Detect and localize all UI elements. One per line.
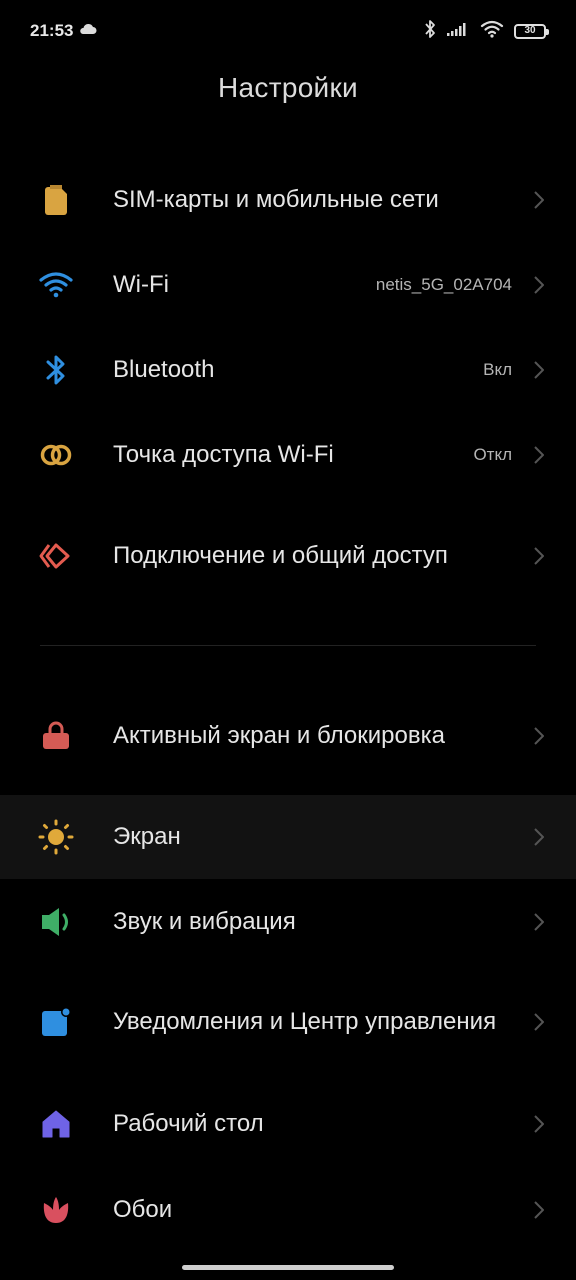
item-value: Откл: [473, 445, 512, 464]
settings-item-sound[interactable]: Звук и вибрация: [0, 880, 576, 964]
item-label: Рабочий стол: [113, 1110, 264, 1137]
page-title: Настройки: [218, 72, 358, 103]
notification-icon: [36, 1002, 76, 1042]
item-label: SIM-карты и мобильные сети: [113, 186, 439, 213]
cloud-icon: [79, 22, 97, 40]
settings-item-display[interactable]: Экран: [0, 795, 576, 879]
chevron-right-icon: [532, 826, 546, 848]
sim-card-icon: [36, 180, 76, 220]
item-label: Обои: [113, 1196, 173, 1223]
settings-screen: 21:53 30 Настройки SIM-карты и мобильные…: [0, 0, 576, 1280]
item-value: netis_5G_02A704: [375, 275, 512, 294]
item-label: Подключение и общий доступ: [113, 542, 448, 569]
chevron-right-icon: [532, 359, 546, 381]
settings-item-sim[interactable]: SIM-карты и мобильные сети: [0, 158, 576, 242]
battery-icon: 30: [514, 23, 549, 39]
speaker-icon: [36, 902, 76, 942]
hotspot-icon: [36, 435, 76, 475]
item-label: Звук и вибрация: [113, 908, 296, 935]
home-icon: [36, 1104, 76, 1144]
signal-icon: [446, 21, 470, 42]
item-label: Экран: [113, 823, 181, 850]
chevron-right-icon: [532, 725, 546, 747]
chevron-right-icon: [532, 1113, 546, 1135]
status-left: 21:53: [30, 21, 97, 41]
battery-level: 30: [524, 25, 536, 36]
gesture-bar[interactable]: [182, 1265, 394, 1270]
lock-icon: [36, 716, 76, 756]
item-label: Активный экран и блокировка: [113, 722, 445, 749]
item-label: Bluetooth: [113, 356, 215, 383]
settings-item-lock-screen[interactable]: Активный экран и блокировка: [0, 680, 576, 792]
settings-item-notifications[interactable]: Уведомления и Центр управления: [0, 966, 576, 1078]
settings-item-bluetooth[interactable]: Bluetooth Вкл: [0, 328, 576, 412]
chevron-right-icon: [532, 189, 546, 211]
chevron-right-icon: [532, 1199, 546, 1221]
wallpaper-flower-icon: [36, 1190, 76, 1230]
settings-item-wifi[interactable]: Wi-Fi netis_5G_02A704: [0, 243, 576, 327]
chevron-right-icon: [532, 444, 546, 466]
item-label: Точка доступа Wi-Fi: [113, 441, 334, 468]
wifi-status-icon: [480, 20, 504, 43]
bluetooth-icon: [36, 350, 76, 390]
brightness-icon: [36, 817, 76, 857]
chevron-right-icon: [532, 1011, 546, 1033]
wifi-icon: [36, 265, 76, 305]
connection-sharing-icon: [36, 536, 76, 576]
item-value: Вкл: [483, 360, 512, 379]
bluetooth-status-icon: [424, 19, 436, 44]
status-time: 21:53: [30, 21, 74, 40]
status-bar: 21:53 30: [0, 0, 576, 62]
item-label: Уведомления и Центр управления: [113, 1008, 497, 1035]
settings-item-home-screen[interactable]: Рабочий стол: [0, 1082, 576, 1166]
settings-item-hotspot[interactable]: Точка доступа Wi-Fi Откл: [0, 413, 576, 497]
section-divider: [40, 645, 536, 646]
chevron-right-icon: [532, 545, 546, 567]
settings-item-wallpaper[interactable]: Обои: [0, 1168, 576, 1252]
settings-item-connection-sharing[interactable]: Подключение и общий доступ: [0, 500, 576, 612]
chevron-right-icon: [532, 911, 546, 933]
status-right: 30: [424, 19, 549, 44]
chevron-right-icon: [532, 274, 546, 296]
